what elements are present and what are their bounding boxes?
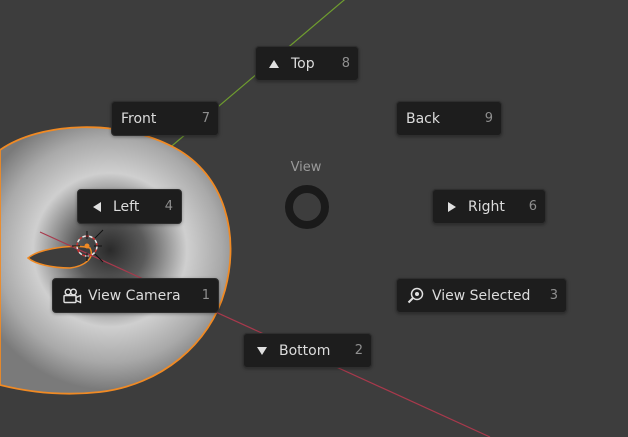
pie-item-top[interactable]: Top 8 <box>255 46 359 81</box>
shortcut-key: 9 <box>484 111 493 126</box>
triangle-left-icon <box>87 201 109 212</box>
pie-item-label: Top <box>291 55 315 72</box>
shortcut-key: 6 <box>528 199 537 214</box>
pie-item-bottom[interactable]: Bottom 2 <box>243 333 372 368</box>
shortcut-key: 8 <box>341 56 350 71</box>
shortcut-key: 3 <box>549 288 558 303</box>
triangle-down-icon <box>253 346 275 355</box>
pie-item-view-camera[interactable]: View Camera 1 <box>52 278 219 313</box>
pie-item-view-selected[interactable]: View Selected 3 <box>396 278 567 313</box>
pie-item-label: Front <box>121 110 157 127</box>
pie-item-front[interactable]: Front 7 <box>111 101 219 136</box>
triangle-right-icon <box>442 201 464 212</box>
shortcut-key: 1 <box>201 288 210 303</box>
pie-item-label: Left <box>113 198 140 215</box>
pie-item-right[interactable]: Right 6 <box>432 189 546 224</box>
pie-direction-ring-icon <box>285 185 329 229</box>
pie-item-left[interactable]: Left 4 <box>77 189 182 224</box>
shortcut-key: 4 <box>164 199 173 214</box>
pie-item-label: View Selected <box>432 287 531 304</box>
camera-icon <box>62 288 84 304</box>
pie-item-label: Back <box>406 110 440 127</box>
shortcut-key: 2 <box>354 343 363 358</box>
pie-item-label: View Camera <box>88 287 181 304</box>
pie-item-label: Bottom <box>279 342 331 359</box>
zoom-selected-icon <box>406 287 428 305</box>
pie-item-back[interactable]: Back 9 <box>396 101 502 136</box>
pie-menu-title: View <box>290 160 322 175</box>
pie-item-label: Right <box>468 198 505 215</box>
3d-viewport[interactable]: View Top 8 Front 7 Back 9 Left 4 Right 6 <box>0 0 628 437</box>
triangle-up-icon <box>265 59 287 68</box>
shortcut-key: 7 <box>201 111 210 126</box>
